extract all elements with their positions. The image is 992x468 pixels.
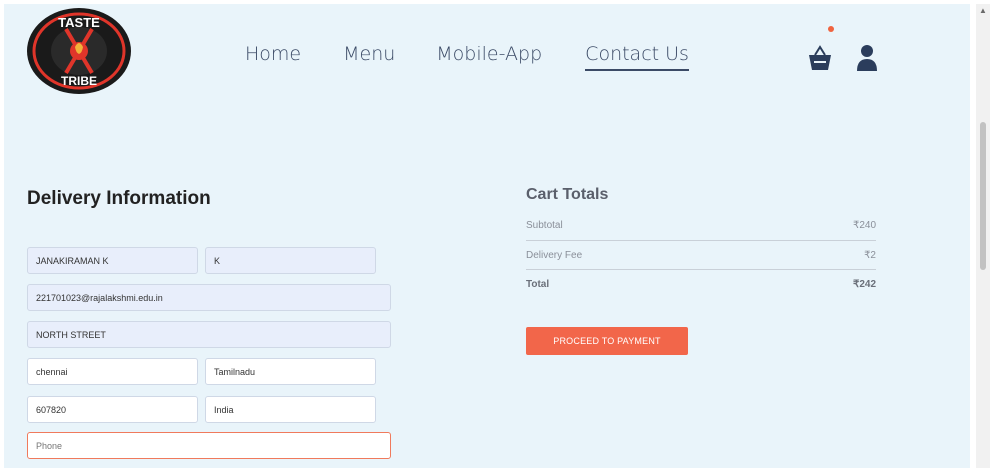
- delivery-fee-row: Delivery Fee ₹2: [526, 250, 876, 261]
- taste-tribe-logo[interactable]: TASTE TRIBE: [26, 7, 132, 95]
- proceed-to-payment-button[interactable]: PROCEED TO PAYMENT: [526, 327, 688, 355]
- zip-code-field[interactable]: [27, 396, 198, 423]
- nav-mobile-app-link[interactable]: Mobile-App: [436, 42, 542, 71]
- cart-divider: [526, 269, 876, 270]
- nav-contact-us-link[interactable]: Contact Us: [585, 42, 689, 71]
- phone-field[interactable]: [27, 432, 391, 459]
- subtotal-label: Subtotal: [526, 220, 563, 231]
- nav-menu-link[interactable]: Menu: [343, 42, 395, 71]
- logo-top-text: TASTE: [58, 15, 100, 30]
- cart-totals-title: Cart Totals: [526, 186, 609, 203]
- delivery-fee-label: Delivery Fee: [526, 250, 583, 261]
- scrollbar-thumb[interactable]: [980, 122, 986, 270]
- country-field[interactable]: [205, 396, 376, 423]
- first-name-field[interactable]: [27, 247, 198, 274]
- user-icon[interactable]: [856, 44, 878, 72]
- delivery-fee-value: ₹2: [864, 250, 876, 261]
- nav-home-link[interactable]: Home: [245, 42, 301, 71]
- vertical-scrollbar[interactable]: ▲: [976, 4, 990, 468]
- checkout-page: TASTE TRIBE Home Menu Mobile-App Contact…: [4, 4, 970, 468]
- delivery-information-title: Delivery Information: [27, 188, 211, 209]
- email-field[interactable]: [27, 284, 391, 311]
- logo-bottom-text: TRIBE: [61, 74, 97, 88]
- total-row: Total ₹242: [526, 279, 876, 290]
- subtotal-row: Subtotal ₹240: [526, 220, 876, 231]
- basket-icon[interactable]: [807, 44, 833, 72]
- last-name-field[interactable]: [205, 247, 376, 274]
- cart-notification-dot: [828, 26, 834, 32]
- state-field[interactable]: [205, 358, 376, 385]
- city-field[interactable]: [27, 358, 198, 385]
- street-field[interactable]: [27, 321, 391, 348]
- scroll-up-arrow-icon[interactable]: ▲: [979, 6, 987, 15]
- subtotal-value: ₹240: [852, 220, 876, 231]
- cart-divider: [526, 240, 876, 241]
- total-value: ₹242: [852, 279, 876, 290]
- main-nav: Home Menu Mobile-App Contact Us: [245, 42, 689, 71]
- total-label: Total: [526, 279, 550, 290]
